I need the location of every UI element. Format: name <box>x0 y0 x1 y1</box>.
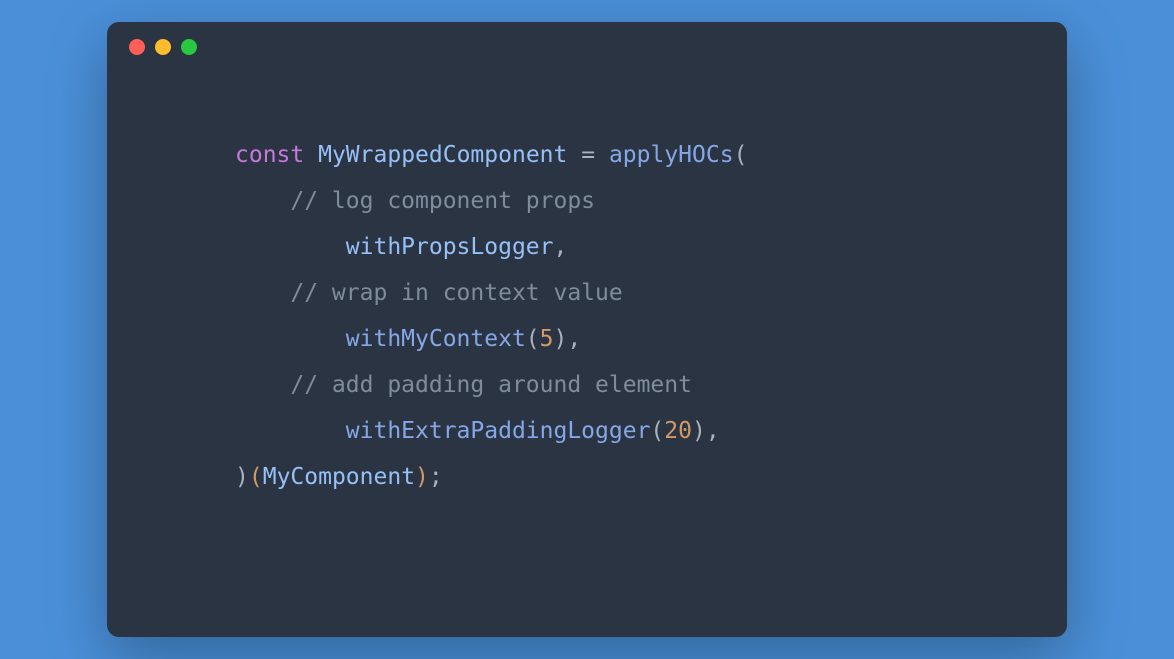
comma: , <box>567 326 581 352</box>
identifier: withPropsLogger <box>346 234 554 260</box>
comment: // wrap in context value <box>290 280 622 306</box>
minimize-icon[interactable] <box>155 39 171 55</box>
comment: // add padding around element <box>290 372 692 398</box>
number-literal: 20 <box>664 418 692 444</box>
indent <box>235 188 290 214</box>
code-line-4: // wrap in context value <box>235 270 1067 316</box>
open-paren: ( <box>249 464 263 490</box>
function-call: withMyContext <box>346 326 526 352</box>
indent <box>235 280 290 306</box>
close-paren: ) <box>692 418 706 444</box>
maximize-icon[interactable] <box>181 39 197 55</box>
code-line-6: // add padding around element <box>235 362 1067 408</box>
identifier: MyComponent <box>263 464 415 490</box>
space <box>567 142 581 168</box>
indent <box>235 372 290 398</box>
equals-operator: = <box>581 142 595 168</box>
close-paren: ) <box>235 464 249 490</box>
comment: // log component props <box>290 188 595 214</box>
semicolon: ; <box>429 464 443 490</box>
code-line-2: // log component props <box>235 178 1067 224</box>
comma: , <box>554 234 568 260</box>
number-literal: 5 <box>540 326 554 352</box>
space <box>595 142 609 168</box>
code-line-5: withMyContext(5), <box>235 316 1067 362</box>
space <box>304 142 318 168</box>
open-paren: ( <box>650 418 664 444</box>
code-line-1: const MyWrappedComponent = applyHOCs( <box>235 132 1067 178</box>
function-call: applyHOCs <box>609 142 734 168</box>
code-line-3: withPropsLogger, <box>235 224 1067 270</box>
open-paren: ( <box>734 142 748 168</box>
comma: , <box>706 418 720 444</box>
open-paren: ( <box>526 326 540 352</box>
window-titlebar <box>107 22 1067 72</box>
close-paren: ) <box>554 326 568 352</box>
code-editor: const MyWrappedComponent = applyHOCs( //… <box>107 72 1067 500</box>
indent <box>235 418 346 444</box>
indent <box>235 234 346 260</box>
close-icon[interactable] <box>129 39 145 55</box>
code-line-7: withExtraPaddingLogger(20), <box>235 408 1067 454</box>
indent <box>235 326 346 352</box>
keyword-const: const <box>235 142 304 168</box>
variable-name: MyWrappedComponent <box>318 142 567 168</box>
function-call: withExtraPaddingLogger <box>346 418 651 444</box>
close-paren: ) <box>415 464 429 490</box>
code-window: const MyWrappedComponent = applyHOCs( //… <box>107 22 1067 637</box>
code-line-8: )(MyComponent); <box>235 454 1067 500</box>
